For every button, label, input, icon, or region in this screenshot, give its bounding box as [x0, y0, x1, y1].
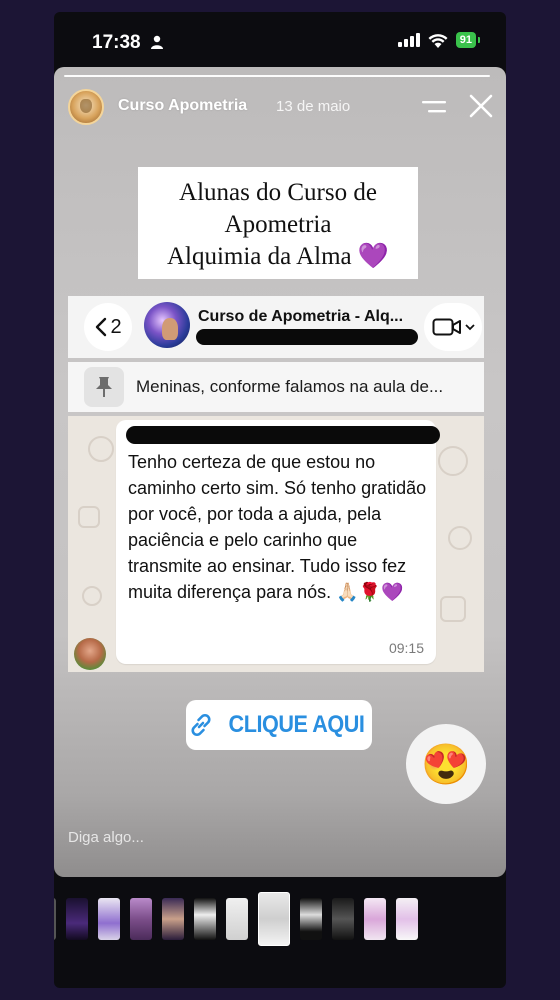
title-line-1: Alunas do Curso de	[179, 179, 377, 206]
quick-reaction-button[interactable]: 😍	[406, 724, 486, 804]
video-camera-icon	[432, 318, 461, 336]
signal-icon	[397, 33, 420, 47]
story-thumbnail[interactable]	[332, 898, 354, 940]
link-sticker-label: CLIQUE AQUI	[228, 711, 364, 738]
story-thumbnail-active[interactable]	[258, 892, 290, 946]
link-sticker-button[interactable]: CLIQUE AQUI	[186, 700, 372, 750]
title-line-2: Apometria	[224, 211, 332, 238]
story-card[interactable]: Curso Apometria 13 de maio Alunas do Cur…	[54, 67, 506, 877]
chat-header: 2 Curso de Apometria - Alq...	[68, 296, 484, 358]
sender-redaction-bar	[126, 426, 440, 444]
group-name: Curso de Apometria - Alq...	[198, 308, 404, 325]
back-count: 2	[110, 315, 122, 338]
redaction-bar	[196, 329, 418, 345]
chevron-down-icon	[464, 324, 475, 331]
story-date: 13 de maio	[276, 98, 351, 115]
message-bubble: Tenho certeza de que estou no caminho ce…	[116, 420, 440, 664]
story-thumbnail[interactable]	[66, 898, 88, 940]
story-username[interactable]: Curso Apometria	[118, 97, 247, 115]
wifi-icon	[428, 33, 448, 48]
battery-indicator: 91	[455, 32, 481, 48]
pin-icon-box	[84, 367, 124, 407]
story-thumbnail[interactable]	[396, 898, 418, 940]
story-thumbnail[interactable]	[300, 898, 322, 940]
story-thumbnail[interactable]	[364, 898, 386, 940]
message-text: Tenho certeza de que estou no caminho ce…	[128, 452, 427, 602]
status-time: 17:38	[92, 32, 141, 53]
chevron-left-icon	[96, 317, 107, 337]
story-thumbnail[interactable]	[226, 898, 248, 940]
link-icon	[190, 713, 211, 737]
story-avatar[interactable]	[68, 89, 104, 125]
sender-avatar	[74, 638, 106, 670]
story-thumbnails	[54, 892, 506, 952]
story-thumbnail[interactable]	[130, 898, 152, 940]
close-icon[interactable]	[468, 93, 494, 119]
pinned-message: Meninas, conforme falamos na aula de...	[68, 362, 484, 412]
story-thumbnail[interactable]	[98, 898, 120, 940]
story-thumbnail[interactable]	[54, 898, 56, 940]
story-thumbnail[interactable]	[194, 898, 216, 940]
menu-icon[interactable]	[422, 99, 446, 115]
heart-eyes-emoji: 😍	[421, 742, 471, 787]
message-time: 09:15	[388, 640, 424, 656]
group-avatar	[144, 302, 190, 348]
story-title-box: Alunas do Curso de Apometria Alquimia da…	[138, 167, 418, 279]
reply-input[interactable]: Diga algo...	[68, 829, 144, 846]
pin-icon	[96, 377, 112, 397]
status-indicators: 91	[397, 32, 481, 48]
story-progress-bar	[64, 75, 490, 77]
chat-screenshot: 2 Curso de Apometria - Alq... Meninas, c…	[68, 296, 484, 672]
title-line-3: Alquimia da Alma 💜	[166, 243, 390, 270]
phone-screen: 17:38 91 Curso Apometria 13 de maio Alun…	[54, 12, 506, 988]
back-button: 2	[84, 303, 132, 351]
video-call-button	[424, 303, 482, 351]
person-icon	[151, 35, 163, 49]
story-thumbnail[interactable]	[162, 898, 184, 940]
pinned-text: Meninas, conforme falamos na aula de...	[136, 377, 444, 396]
